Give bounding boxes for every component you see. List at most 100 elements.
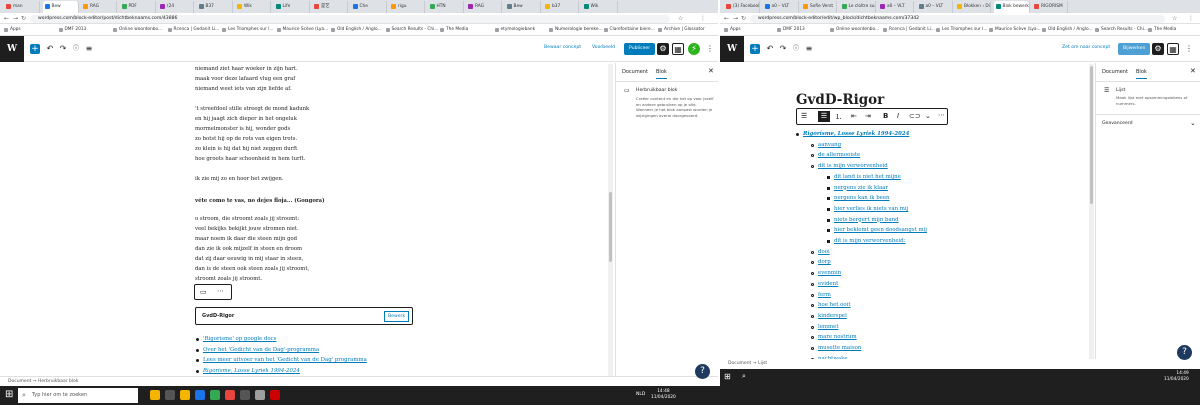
redo-icon[interactable]: ↷: [58, 44, 68, 54]
star-icon[interactable]: ☆: [678, 15, 683, 22]
close-icon[interactable]: ✕: [708, 67, 714, 75]
switch-to-draft-link[interactable]: Zet om naar concept: [1062, 45, 1110, 50]
link-icon[interactable]: ⊂⊃: [909, 112, 921, 120]
help-icon[interactable]: ?: [695, 364, 710, 379]
add-block-button[interactable]: +: [750, 44, 760, 54]
browser-tab[interactable]: RAG: [81, 1, 117, 13]
outdent-icon[interactable]: ⇤: [851, 112, 857, 120]
more-options-icon[interactable]: ⋮: [1183, 43, 1195, 55]
back-icon[interactable]: ←: [4, 15, 9, 22]
browser-tab[interactable]: RIGORISM: [1032, 1, 1068, 13]
wordpress-logo[interactable]: W: [720, 36, 744, 62]
folder-icon[interactable]: [180, 390, 190, 400]
chrome-icon[interactable]: [210, 390, 220, 400]
forward-icon[interactable]: →: [13, 15, 18, 22]
content-scrollbar[interactable]: [608, 64, 613, 376]
browser-tab[interactable]: Bew: [42, 1, 79, 13]
bookmark-item[interactable]: Search Results - Chi...: [385, 24, 438, 36]
list-item[interactable]: de allermooiste: [803, 150, 927, 161]
browser-tab[interactable]: HTN: [428, 1, 464, 13]
list-item[interactable]: nergens zie ik klaar: [803, 183, 927, 194]
list-item[interactable]: mare nostrum: [803, 332, 927, 343]
save-draft-link[interactable]: Bewaar concept: [544, 45, 581, 50]
indent-icon[interactable]: ⇥: [865, 112, 871, 120]
app-icon[interactable]: [255, 390, 265, 400]
list-item[interactable]: hier verlies ik niets van mij: [803, 204, 927, 215]
chevron-down-icon[interactable]: ⌄: [1190, 119, 1196, 127]
reusable-block[interactable]: GvdD-Rigor Bewerk: [195, 307, 413, 325]
browser-tab[interactable]: B37: [197, 1, 233, 13]
calculator-icon[interactable]: [240, 390, 250, 400]
taskview-icon[interactable]: [165, 390, 175, 400]
clock[interactable]: 14:48 11/04/2020: [651, 389, 676, 401]
browser-tab[interactable]: Sofie Verst: [801, 1, 837, 13]
reusable-block-icon[interactable]: ▭: [200, 288, 207, 296]
outline-icon[interactable]: ≡: [84, 44, 94, 54]
browser-tab[interactable]: Che: [351, 1, 387, 13]
bookmark-item[interactable]: Rcenca | Gedanit Li...: [167, 24, 219, 36]
italic-icon[interactable]: I: [897, 112, 899, 120]
redo-icon[interactable]: ↷: [778, 44, 788, 54]
jetpack-icon[interactable]: ▦: [1167, 43, 1179, 55]
list-item[interactable]: evenmin: [803, 268, 927, 279]
back-icon[interactable]: ←: [724, 15, 729, 22]
windows-start-icon[interactable]: ⊞: [5, 389, 13, 400]
content-scrollbar[interactable]: [1089, 64, 1094, 376]
bookmark-item[interactable]: Apps: [4, 24, 21, 36]
browser-tab[interactable]: a0 – VLT: [878, 1, 914, 13]
list-item[interactable]: nergens kan ik been: [803, 193, 927, 204]
bookmark-item[interactable]: DMF 2013: [777, 24, 805, 36]
tab-document[interactable]: Document: [622, 69, 648, 75]
browser-tab[interactable]: b37: [543, 1, 579, 13]
publish-button[interactable]: Publiceer: [624, 43, 656, 55]
bookmark-item[interactable]: Numerologie bereke...: [549, 24, 603, 36]
menu-icon[interactable]: ⋮: [1188, 15, 1194, 22]
add-block-button[interactable]: +: [30, 44, 40, 54]
list-item[interactable]: evident: [803, 279, 927, 290]
nested-list[interactable]: Rigorisme, Losse Lyriek 1994-2024 aanvang…: [796, 129, 927, 364]
list-item[interactable]: Rigorisme, Losse Lyriek 1994-2024: [796, 129, 927, 140]
list-item[interactable]: kinderspel: [803, 311, 927, 322]
bookmark-item[interactable]: The Media: [1148, 24, 1176, 36]
browser-tab[interactable]: Bew: [505, 1, 541, 13]
more-icon[interactable]: ⋯: [217, 287, 224, 295]
bookmark-item[interactable]: Les Triomphes sur l...: [936, 24, 987, 36]
unordered-list-icon[interactable]: ☰: [818, 111, 830, 122]
jetpack-icon[interactable]: ▦: [672, 43, 684, 55]
bookmark-item[interactable]: Archive | Glossator: [658, 24, 705, 36]
bookmark-item[interactable]: Clarefontaine biere...: [603, 24, 655, 36]
advanced-section[interactable]: Geavanceerd: [1102, 121, 1133, 126]
list-item[interactable]: niets bergert mijn band: [803, 215, 927, 226]
reload-icon[interactable]: ↻: [21, 15, 26, 22]
browser-tab[interactable]: rigu: [389, 1, 425, 13]
mail-icon[interactable]: [225, 390, 235, 400]
info-icon[interactable]: ⓘ: [71, 44, 81, 54]
reload-icon[interactable]: ↻: [741, 15, 746, 22]
list-item[interactable]: 'Rigorisme' op google docs: [196, 334, 367, 345]
bookmark-item[interactable]: Apps: [724, 24, 741, 36]
breadcrumb-document[interactable]: Document: [728, 361, 751, 366]
breadcrumb-block[interactable]: Herbruikbaar blok: [38, 379, 79, 384]
chevron-down-icon[interactable]: ⌄: [925, 112, 931, 120]
bookmark-item[interactable]: Maurice Scève (Lya...: [989, 24, 1041, 36]
browser-tab[interactable]: Blok bewerk: [993, 1, 1030, 13]
bookmark-item[interactable]: Les Triomphes sur l...: [222, 24, 273, 36]
browser-tab[interactable]: Wik: [582, 1, 618, 13]
edit-button[interactable]: Bewerk: [384, 311, 410, 322]
bookmark-item[interactable]: Old English / Anglo...: [331, 24, 382, 36]
file-explorer-icon[interactable]: [150, 390, 160, 400]
menu-icon[interactable]: ⋮: [700, 15, 706, 22]
edge-icon[interactable]: [195, 390, 205, 400]
update-button[interactable]: Bijwerken: [1118, 43, 1151, 55]
tab-block[interactable]: Blok: [656, 69, 667, 79]
list-item[interactable]: lemmet: [803, 322, 927, 333]
more-options-icon[interactable]: ⋮: [704, 43, 716, 55]
browser-tab[interactable]: Blokken ‹ Di: [955, 1, 991, 13]
taskbar-search-input[interactable]: ⌕ Typ hier om te zoeken: [18, 388, 138, 403]
ordered-list-icon[interactable]: ⒈: [835, 112, 842, 122]
list-item[interactable]: Lees meer uitvoer van het 'Gedicht van d…: [196, 355, 367, 366]
browser-tab[interactable]: (3) Facebook: [724, 1, 760, 13]
list-item[interactable]: hoe het ooit: [803, 300, 927, 311]
wordpress-logo[interactable]: W: [0, 36, 24, 62]
browser-tab[interactable]: man: [4, 1, 40, 13]
